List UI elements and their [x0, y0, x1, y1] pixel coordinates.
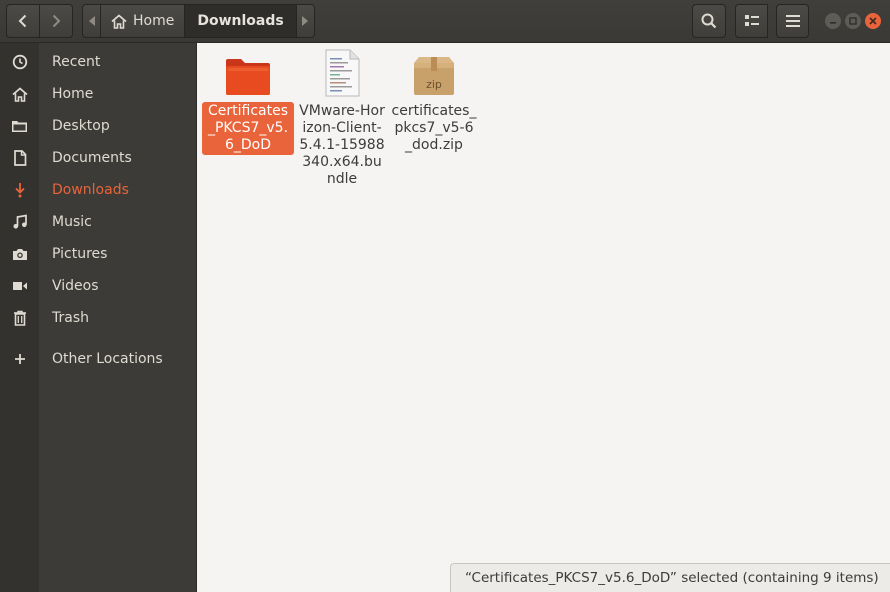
- header-bar: Home Downloads: [0, 0, 890, 43]
- chevron-right-icon: [52, 14, 61, 28]
- file-name: VMware-Horizon-Client-5.4.1-15988340.x64…: [299, 103, 385, 187]
- maximize-icon: [849, 17, 857, 25]
- sidebar-item-other-locations[interactable]: Other Locations: [0, 343, 197, 375]
- plus-icon: [0, 353, 39, 365]
- triangle-right-icon: [302, 16, 309, 26]
- clock-icon: [0, 54, 39, 70]
- close-button[interactable]: [865, 13, 881, 29]
- download-icon: [0, 182, 39, 198]
- chevron-left-icon: [18, 14, 27, 28]
- status-bar: “Certificates_PKCS7_v5.6_DoD” selected (…: [450, 563, 890, 592]
- zip-archive-icon: zip: [411, 49, 457, 97]
- home-icon: [0, 86, 39, 102]
- home-icon: [111, 13, 127, 29]
- triangle-left-icon: [88, 16, 95, 26]
- camera-icon: [0, 247, 39, 261]
- sidebar-places: Recent Home Desktop Documents Downloads: [0, 46, 197, 375]
- sidebar-item-label: Recent: [52, 54, 101, 70]
- close-icon: [869, 17, 877, 25]
- sidebar-item-music[interactable]: Music: [0, 206, 197, 238]
- sidebar-item-label: Desktop: [52, 118, 110, 134]
- breadcrumb-home-label: Home: [133, 13, 175, 29]
- sidebar-item-videos[interactable]: Videos: [0, 270, 197, 302]
- sidebar-item-pictures[interactable]: Pictures: [0, 238, 197, 270]
- sidebar-item-downloads[interactable]: Downloads: [0, 174, 197, 206]
- sidebar-item-recent[interactable]: Recent: [0, 46, 197, 78]
- sidebar-item-label: Documents: [52, 150, 132, 166]
- sidebar-item-label: Videos: [52, 278, 99, 294]
- forward-button[interactable]: [39, 4, 73, 38]
- file-item-certificates-zip[interactable]: zip certificates_pkcs7_v5-6_dod.zip: [388, 49, 480, 155]
- sidebar-item-label: Downloads: [52, 182, 129, 198]
- menu-button[interactable]: [776, 4, 809, 38]
- file-view[interactable]: Certificates_PKCS7_v5.6_DoD VMware-Horiz…: [197, 43, 890, 592]
- breadcrumb-scroll-right[interactable]: [295, 4, 315, 38]
- sidebar-item-home[interactable]: Home: [0, 78, 197, 110]
- document-icon: [0, 150, 39, 166]
- file-item-vmware-bundle[interactable]: VMware-Horizon-Client-5.4.1-15988340.x64…: [296, 49, 388, 189]
- file-name: certificates_pkcs7_v5-6_dod.zip: [391, 103, 477, 153]
- breadcrumb-downloads[interactable]: Downloads: [184, 4, 297, 38]
- sidebar-item-label: Music: [52, 214, 92, 230]
- sidebar: Recent Home Desktop Documents Downloads: [0, 43, 197, 592]
- trash-icon: [0, 310, 39, 326]
- view-toggle-button[interactable]: [735, 4, 768, 38]
- music-icon: [0, 214, 39, 230]
- breadcrumb-scroll-left[interactable]: [82, 4, 101, 38]
- breadcrumb-home[interactable]: Home: [100, 4, 186, 38]
- folder-icon: [224, 49, 272, 97]
- sidebar-item-label: Other Locations: [52, 351, 163, 367]
- sidebar-item-label: Pictures: [52, 246, 108, 262]
- sidebar-item-trash[interactable]: Trash: [0, 302, 197, 334]
- search-button[interactable]: [692, 4, 726, 38]
- sidebar-item-label: Trash: [52, 310, 89, 326]
- status-text: “Certificates_PKCS7_v5.6_DoD” selected (…: [465, 570, 879, 586]
- search-icon: [701, 13, 717, 29]
- zip-icon-label: zip: [426, 78, 442, 91]
- back-button[interactable]: [6, 4, 40, 38]
- sidebar-item-desktop[interactable]: Desktop: [0, 110, 197, 142]
- breadcrumb-downloads-label: Downloads: [197, 13, 284, 29]
- breadcrumb: Home Downloads: [82, 4, 315, 38]
- file-item-certificates-folder[interactable]: Certificates_PKCS7_v5.6_DoD: [202, 49, 294, 155]
- list-view-icon: [744, 15, 759, 26]
- sidebar-item-label: Home: [52, 86, 94, 102]
- minimize-icon: [830, 22, 836, 24]
- minimize-button[interactable]: [825, 13, 841, 29]
- text-file-icon: [323, 49, 361, 97]
- maximize-button[interactable]: [845, 13, 861, 29]
- sidebar-item-documents[interactable]: Documents: [0, 142, 197, 174]
- file-name: Certificates_PKCS7_v5.6_DoD: [202, 102, 294, 155]
- video-icon: [0, 280, 39, 292]
- folder-icon: [0, 119, 39, 133]
- hamburger-menu-icon: [785, 15, 800, 27]
